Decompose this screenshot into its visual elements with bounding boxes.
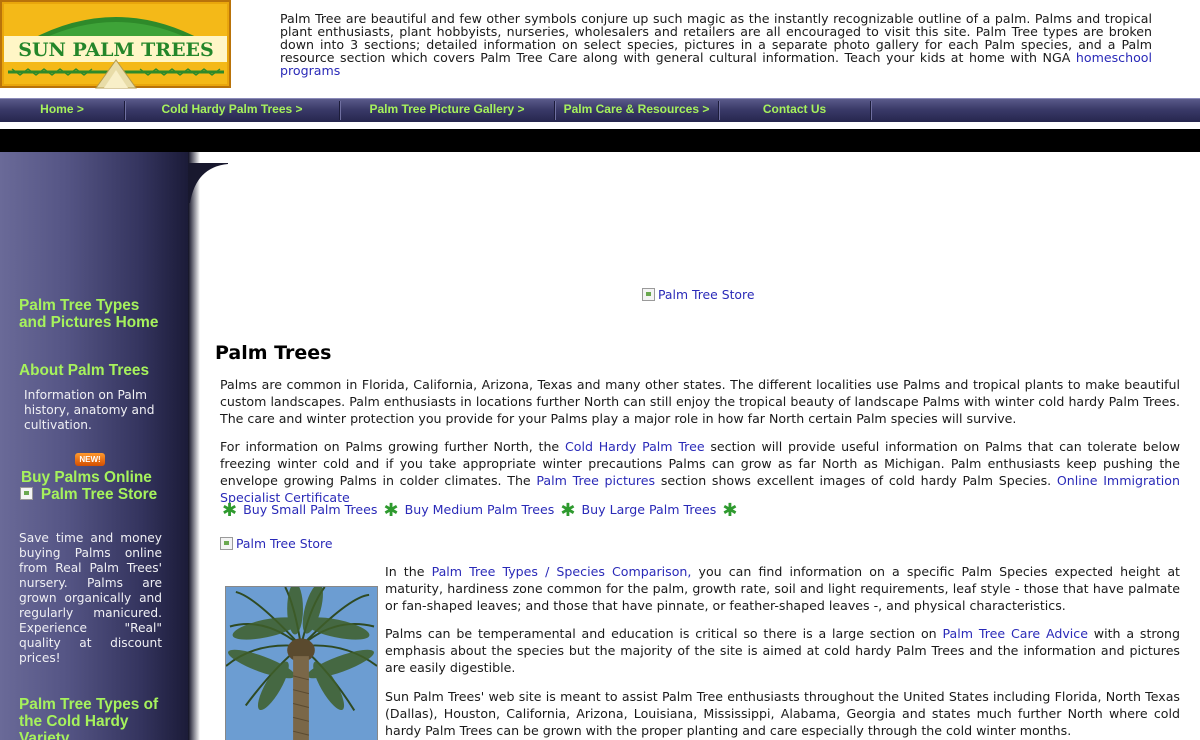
- para-text: For information on Palms growing further…: [220, 439, 565, 454]
- buy-small-palm-trees-link[interactable]: Buy Small Palm Trees: [243, 502, 377, 517]
- sidebar-shadow: [188, 152, 200, 740]
- logo-text: SUN PALM TREES: [18, 39, 214, 61]
- buy-links-row: ✱ Buy Small Palm Trees ✱ Buy Medium Palm…: [220, 500, 739, 521]
- header-divider-bar: [0, 129, 1200, 152]
- cold-hardy-paragraph: For information on Palms growing further…: [220, 438, 1180, 506]
- palm-tree-types-species-comparison-link[interactable]: Palm Tree Types / Species Comparison,: [432, 564, 692, 579]
- sidebar-about-text: Information on Palm history, anatomy and…: [24, 388, 155, 432]
- intro-text: Palm Tree are beautiful and few other sy…: [280, 11, 1152, 65]
- nav-palm-tree-picture-gallery[interactable]: Palm Tree Picture Gallery >: [340, 99, 554, 122]
- sidebar-buy-text: Save time and money buying Palms online …: [19, 531, 162, 665]
- buy-large-palm-trees-link[interactable]: Buy Large Palm Trees: [582, 502, 717, 517]
- green-star-icon: ✱: [722, 500, 738, 521]
- site-purpose-paragraph: Sun Palm Trees' web site is meant to ass…: [385, 689, 1180, 738]
- green-star-icon: ✱: [560, 500, 576, 521]
- para-text: section shows excellent images of cold h…: [655, 473, 1057, 488]
- store-banner-top-alt[interactable]: Palm Tree Store: [658, 287, 754, 302]
- broken-image-icon: [20, 487, 33, 500]
- para-text: Palms can be temperamental and education…: [385, 626, 943, 641]
- broken-image-icon: [220, 537, 233, 550]
- main-nav-bar: Home > Cold Hardy Palm Trees > Palm Tree…: [0, 98, 1200, 122]
- nav-palm-care-resources[interactable]: Palm Care & Resources >: [555, 99, 718, 122]
- nav-contact-us[interactable]: Contact Us: [719, 99, 870, 122]
- sidebar-about-title[interactable]: About Palm Trees: [19, 362, 169, 379]
- store-banner-mid-alt[interactable]: Palm Tree Store: [236, 536, 332, 551]
- buy-medium-palm-trees-link[interactable]: Buy Medium Palm Trees: [405, 502, 555, 517]
- sidebar-cold-hardy-link[interactable]: Palm Tree Types of the Cold Hardy Variet…: [19, 696, 169, 740]
- green-star-icon: ✱: [222, 500, 238, 521]
- sidebar-corner-curve: [188, 163, 228, 203]
- sidebar-buy-palms-link[interactable]: Buy Palms Online: [21, 469, 171, 486]
- nav-cold-hardy-palm-trees[interactable]: Cold Hardy Palm Trees >: [125, 99, 339, 122]
- palm-tree-care-advice-link[interactable]: Palm Tree Care Advice: [943, 626, 1088, 641]
- para-text: In the: [385, 564, 432, 579]
- cold-hardy-palm-tree-link[interactable]: Cold Hardy Palm Tree: [565, 439, 705, 454]
- sidebar-store-image-link[interactable]: Palm Tree Store: [40, 486, 158, 503]
- green-star-icon: ✱: [383, 500, 399, 521]
- sun-palm-trees-logo[interactable]: SUN PALM TREES: [0, 0, 232, 90]
- nav-separator: [870, 101, 871, 120]
- sidebar-home-link[interactable]: Palm Tree Types and Pictures Home: [19, 297, 169, 331]
- palm-tree-photo: [225, 586, 378, 740]
- intro-palms-paragraph: Palms are common in Florida, California,…: [220, 377, 1180, 426]
- broken-image-icon: [642, 288, 655, 301]
- palm-tree-pictures-link[interactable]: Palm Tree pictures: [536, 473, 655, 488]
- intro-paragraph: Palm Tree are beautiful and few other sy…: [280, 12, 1152, 77]
- new-badge: NEW!: [75, 453, 105, 466]
- page-title: Palm Trees: [215, 342, 332, 364]
- nav-home[interactable]: Home >: [0, 99, 124, 122]
- care-advice-paragraph: Palms can be temperamental and education…: [385, 625, 1180, 676]
- species-comparison-paragraph: In the Palm Tree Types / Species Compari…: [385, 563, 1180, 614]
